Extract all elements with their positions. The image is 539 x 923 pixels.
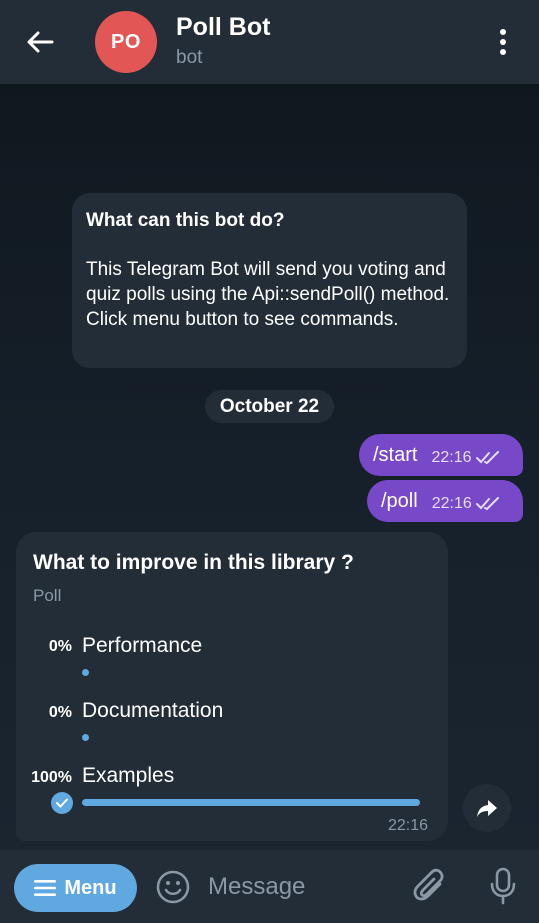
poll-type: Poll xyxy=(33,586,62,605)
double-check-icon xyxy=(475,497,500,511)
menu-button-label: Menu xyxy=(64,876,117,899)
message-time: 22:16 xyxy=(431,495,472,512)
more-vert-icon xyxy=(500,29,506,35)
poll-option-percent: 0% xyxy=(48,638,72,655)
message-time: 22:16 xyxy=(431,449,472,466)
check-icon xyxy=(51,792,73,814)
poll-option-percent: 100% xyxy=(31,769,72,786)
paperclip-icon xyxy=(413,868,444,901)
date-separator: October 22 xyxy=(205,390,334,423)
share-icon xyxy=(477,800,497,817)
avatar[interactable]: PO xyxy=(95,11,157,73)
more-options-button[interactable] xyxy=(488,24,518,60)
outgoing-message[interactable]: /start 22:16 xyxy=(359,434,523,476)
share-button[interactable] xyxy=(463,784,511,832)
message-text: /poll xyxy=(381,489,418,512)
attach-button[interactable] xyxy=(412,868,450,906)
poll-message: What to improve in this library ? Poll 0… xyxy=(16,532,448,841)
emoji-button[interactable] xyxy=(155,869,191,905)
poll-option-performance[interactable]: Performance xyxy=(82,634,202,658)
chat-header: PO Poll Bot bot xyxy=(0,0,539,84)
back-button[interactable] xyxy=(20,24,60,60)
emoji-icon xyxy=(156,870,190,904)
bot-info-body: This Telegram Bot will send you voting a… xyxy=(86,259,450,330)
chat-subtitle: bot xyxy=(176,47,203,68)
poll-option-bar xyxy=(82,799,420,806)
message-text: /start xyxy=(373,443,418,466)
bot-info-heading: What can this bot do? xyxy=(86,210,285,231)
poll-option-documentation[interactable]: Documentation xyxy=(82,699,223,723)
poll-option-percent: 0% xyxy=(48,704,72,721)
back-arrow-icon xyxy=(27,31,54,53)
hamburger-icon xyxy=(34,880,57,896)
composer-bar: Menu xyxy=(0,850,539,923)
poll-option-examples[interactable]: Examples xyxy=(82,764,174,788)
poll-time: 22:16 xyxy=(388,817,429,834)
message-input[interactable] xyxy=(208,870,398,904)
poll-option-bar xyxy=(82,734,89,741)
bot-info-card: What can this bot do? This Telegram Bot … xyxy=(72,193,467,368)
microphone-button[interactable] xyxy=(488,866,518,906)
double-check-icon xyxy=(475,451,500,465)
poll-question: What to improve in this library ? xyxy=(33,551,354,574)
poll-option-bar xyxy=(82,669,89,676)
outgoing-message[interactable]: /poll 22:16 xyxy=(367,480,523,522)
menu-button[interactable]: Menu xyxy=(14,864,137,912)
microphone-icon xyxy=(490,867,516,905)
chat-title[interactable]: Poll Bot xyxy=(176,13,270,42)
